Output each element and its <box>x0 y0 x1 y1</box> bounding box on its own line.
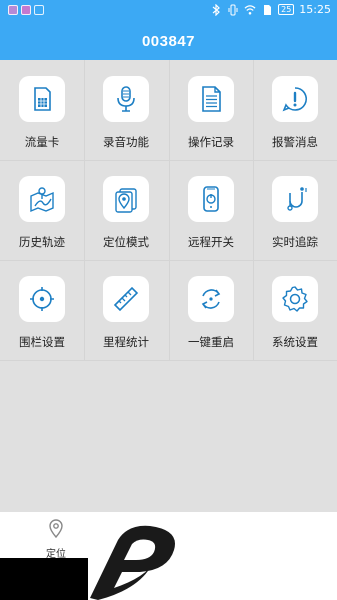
tile-system-settings[interactable]: 系统设置 <box>253 260 337 360</box>
ruler-icon <box>103 276 149 322</box>
tile-one-key-restart[interactable]: 一键重启 <box>169 260 253 360</box>
tile-label: 围栏设置 <box>19 335 65 349</box>
route-icon <box>19 176 65 222</box>
tile-label: 操作记录 <box>188 135 234 149</box>
tile-label: 流量卡 <box>24 135 60 149</box>
restart-icon <box>188 276 234 322</box>
tile-label: 历史轨迹 <box>19 235 65 249</box>
wifi-icon <box>244 4 256 16</box>
system-status: 25 15:25 <box>210 3 331 16</box>
tile-recording[interactable]: 录音功能 <box>84 60 168 160</box>
tile-operation-log[interactable]: 操作记录 <box>169 60 253 160</box>
sim-icon <box>261 4 273 16</box>
tile-realtime-tracking[interactable]: 实时追踪 <box>253 160 337 260</box>
grid-divider <box>0 360 337 361</box>
location-mode-icon <box>103 176 149 222</box>
bluetooth-icon <box>210 3 222 16</box>
remote-switch-icon <box>188 176 234 222</box>
tile-fence-settings[interactable]: 围栏设置 <box>0 260 84 360</box>
sim-card-icon <box>19 76 65 122</box>
clock: 15:25 <box>299 3 331 16</box>
status-bar: 25 15:25 <box>0 0 337 22</box>
black-overlay <box>0 558 88 600</box>
tile-mileage-stats[interactable]: 里程统计 <box>84 260 168 360</box>
fence-icon <box>19 276 65 322</box>
brand-logo <box>90 525 175 600</box>
tile-alarm-messages[interactable]: 报警消息 <box>253 60 337 160</box>
settings-icon <box>272 276 318 322</box>
app-icon-3 <box>34 5 44 15</box>
alert-icon <box>272 76 318 122</box>
document-icon <box>188 76 234 122</box>
tile-location-mode[interactable]: 定位模式 <box>84 160 168 260</box>
tracking-icon <box>272 176 318 222</box>
function-grid: 流量卡 录音功能 操作记录 报警消息 历史轨迹 定位模式 远程开关 实时追踪 围… <box>0 60 337 512</box>
location-pin-icon <box>46 518 66 542</box>
page-title: 003847 <box>141 32 196 50</box>
tile-label: 系统设置 <box>272 335 318 349</box>
battery-icon: 25 <box>278 4 295 15</box>
tile-label: 里程统计 <box>103 335 149 349</box>
tile-label: 一键重启 <box>188 335 234 349</box>
app-icon-2 <box>21 5 31 15</box>
notification-icons <box>8 5 44 15</box>
tile-label: 报警消息 <box>272 135 318 149</box>
tile-label: 远程开关 <box>188 235 234 249</box>
tile-label: 实时追踪 <box>272 235 318 249</box>
tile-history-track[interactable]: 历史轨迹 <box>0 160 84 260</box>
tile-label: 录音功能 <box>103 135 149 149</box>
app-header: 003847 <box>0 22 337 60</box>
app-icon-1 <box>8 5 18 15</box>
tile-label: 定位模式 <box>103 235 149 249</box>
microphone-icon <box>103 76 149 122</box>
tile-remote-switch[interactable]: 远程开关 <box>169 160 253 260</box>
nav-item-location[interactable]: 定位 <box>28 518 84 560</box>
vibrate-icon <box>227 4 239 16</box>
tile-sim-card[interactable]: 流量卡 <box>0 60 84 160</box>
